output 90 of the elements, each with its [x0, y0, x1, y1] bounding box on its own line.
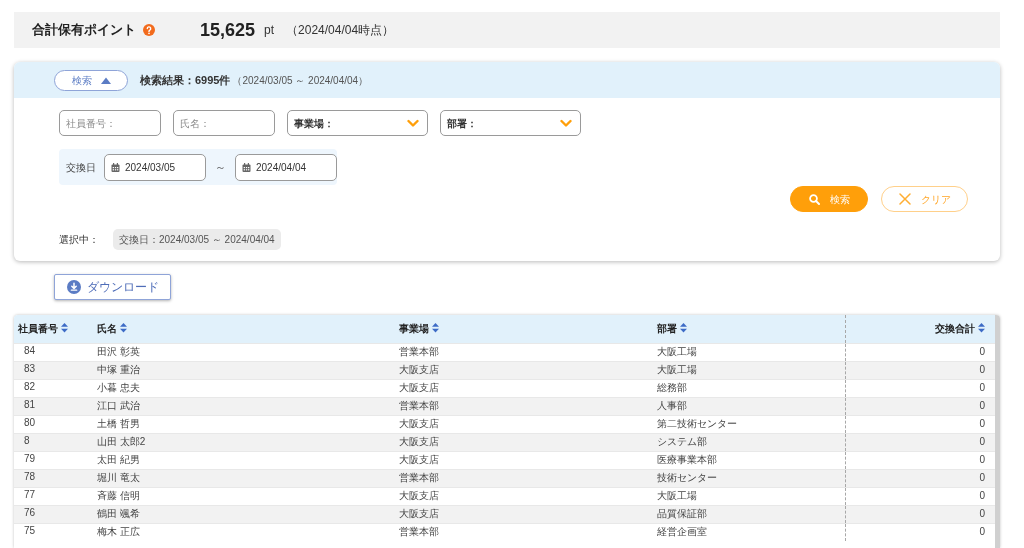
input-field[interactable]: 氏名： — [173, 110, 275, 136]
column-header[interactable]: 事業場 — [395, 315, 653, 343]
table-cell: 0 — [845, 415, 995, 433]
download-icon — [66, 280, 81, 294]
result-count: 検索結果：6995件 — [140, 72, 231, 88]
table-cell: 堀川 竜太 — [93, 469, 395, 487]
table-cell: 小暮 忠夫 — [93, 379, 395, 397]
table-cell: 75 — [14, 523, 93, 541]
column-header[interactable]: 部署 — [653, 315, 845, 343]
sort-icon — [978, 323, 985, 334]
table-cell: 83 — [14, 361, 93, 379]
table-cell: 0 — [845, 487, 995, 505]
table-cell: 中塚 重治 — [93, 361, 395, 379]
table-cell: 大阪工場 — [653, 343, 845, 361]
table-cell: 大阪工場 — [653, 487, 845, 505]
result-date-range: （2024/03/05 ～ 2024/04/04） — [232, 73, 369, 88]
table-cell: 大阪支店 — [395, 361, 653, 379]
table-cell: 土橋 哲男 — [93, 415, 395, 433]
table-cell: 0 — [845, 361, 995, 379]
points-unit: pt — [264, 22, 275, 39]
table-cell: 医療事業本部 — [653, 451, 845, 469]
as-of-date: （2024/04/04時点） — [286, 22, 395, 39]
sort-icon — [61, 323, 68, 334]
input-field[interactable]: 社員番号： — [59, 110, 161, 136]
points-value: 15,625 — [200, 18, 256, 42]
sort-icon — [680, 323, 687, 334]
search-icon — [808, 193, 820, 205]
range-separator: ～ — [215, 159, 226, 175]
table-cell: 8 — [14, 433, 93, 451]
table-cell: 第二技術センター — [653, 415, 845, 433]
chevron-down-icon — [407, 118, 419, 128]
table-cell: 大阪支店 — [395, 379, 653, 397]
table-cell: 山田 太郎2 — [93, 433, 395, 451]
table-cell: システム部 — [653, 433, 845, 451]
column-header[interactable]: 氏名 — [93, 315, 395, 343]
table-cell: 鶴田 颯希 — [93, 505, 395, 523]
column-header[interactable]: 社員番号 — [14, 315, 93, 343]
total-points-label: 合計保有ポイント — [32, 21, 136, 40]
table-cell: 82 — [14, 379, 93, 397]
table-cell: 0 — [845, 343, 995, 361]
table-cell: 大阪支店 — [395, 433, 653, 451]
calendar-icon — [242, 162, 251, 172]
table-cell: 0 — [845, 451, 995, 469]
table-cell: 大阪支店 — [395, 451, 653, 469]
table-cell: 84 — [14, 343, 93, 361]
table-cell: 76 — [14, 505, 93, 523]
table-cell: 技術センター — [653, 469, 845, 487]
table-cell: 0 — [845, 433, 995, 451]
table-cell: 大阪工場 — [653, 361, 845, 379]
help-icon — [143, 24, 155, 36]
calendar-icon — [111, 162, 120, 172]
table-cell: 営業本部 — [395, 397, 653, 415]
column-header[interactable]: 交換合計 — [845, 315, 995, 343]
date-field[interactable]: 2024/04/04 — [235, 153, 337, 181]
search-toggle-button[interactable]: 検索 — [54, 69, 128, 91]
table-cell: 経営企画室 — [653, 523, 845, 541]
selected-filters-label: 選択中： — [59, 233, 99, 247]
table-cell: 大阪支店 — [395, 505, 653, 523]
table-cell: 0 — [845, 505, 995, 523]
filter-chip: 交換日：2024/03/05 ～ 2024/04/04 — [113, 229, 281, 250]
table-cell: 田沢 彰英 — [93, 343, 395, 361]
table-cell: 江口 武治 — [93, 397, 395, 415]
chevron-down-icon — [560, 118, 572, 128]
download-button[interactable]: ダウンロード — [54, 274, 171, 300]
date-field[interactable]: 2024/03/05 — [104, 153, 206, 181]
table-cell: 0 — [845, 469, 995, 487]
table-cell: 大阪支店 — [395, 487, 653, 505]
date-range-label: 交換日 — [66, 160, 96, 175]
dropdown[interactable]: 部署： — [440, 110, 581, 136]
sort-icon — [120, 323, 127, 334]
table-cell: 営業本部 — [395, 469, 653, 487]
table-cell: 営業本部 — [395, 343, 653, 361]
table-cell: 0 — [845, 523, 995, 541]
dropdown[interactable]: 事業場： — [287, 110, 428, 136]
table-cell: 品質保証部 — [653, 505, 845, 523]
table-cell: 0 — [845, 397, 995, 415]
table-cell: 斉藤 信明 — [93, 487, 395, 505]
table-cell: 太田 紀男 — [93, 451, 395, 469]
table-cell: 81 — [14, 397, 93, 415]
table-cell: 人事部 — [653, 397, 845, 415]
table-cell: 大阪支店 — [395, 415, 653, 433]
table-cell: 80 — [14, 415, 93, 433]
table-cell: 総務部 — [653, 379, 845, 397]
close-icon — [898, 193, 911, 205]
table-cell: 0 — [845, 379, 995, 397]
table-cell: 77 — [14, 487, 93, 505]
sort-icon — [432, 323, 439, 334]
table-cell: 78 — [14, 469, 93, 487]
table-cell: 79 — [14, 451, 93, 469]
scrollbar[interactable] — [995, 315, 1000, 548]
